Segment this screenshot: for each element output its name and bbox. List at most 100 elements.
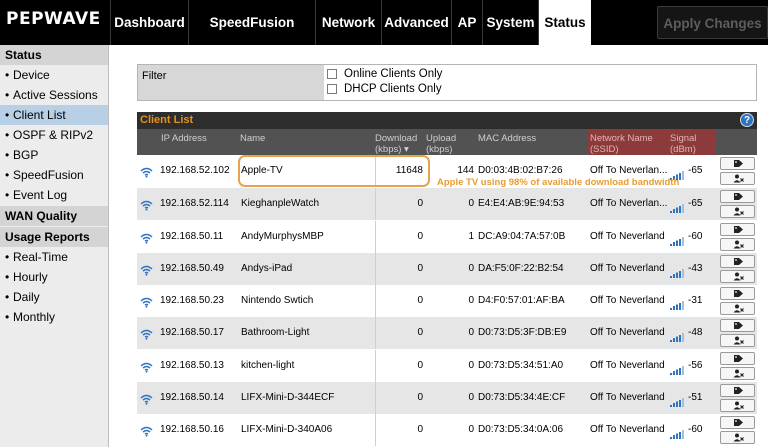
nav-ap[interactable]: AP [451,0,482,45]
filter-panel: Filter [137,64,757,101]
signal-bars-icon [670,333,684,342]
cell-ip: 192.168.50.49 [160,263,224,274]
cell-download: 0 [417,327,423,338]
col-signal[interactable]: Signal (dBm) [668,129,716,156]
tag-icon [734,193,743,200]
wifi-icon-wrapper [140,263,153,281]
tag-icon [734,419,743,426]
cell-ssid: Off To Neverland [590,295,665,306]
signal-icon-wrapper [670,297,685,315]
cell-signal: -65 [688,165,703,176]
block-user-icon [733,304,744,313]
sidebar-item-active-sessions[interactable]: • Active Sessions [0,85,108,105]
block-user-button[interactable] [720,399,755,412]
col-network-name[interactable]: Network Name (SSID) [588,129,668,156]
nav-status[interactable]: Status [538,0,591,45]
block-user-button[interactable] [720,172,755,185]
tag-button[interactable] [720,223,755,236]
block-user-button[interactable] [720,334,755,347]
block-user-button[interactable] [720,367,755,380]
wifi-icon-wrapper [140,165,153,183]
dhcp-clients-only-checkbox[interactable] [327,84,337,94]
cell-signal: -43 [688,263,703,274]
block-user-icon [733,272,744,281]
cell-download: 0 [417,424,423,435]
table-row: 192.168.50.17 Bathroom-Light 0 0 D0:73:D5:3F… [137,317,757,349]
sidebar-item-speedfusion[interactable]: • SpeedFusion [0,165,108,185]
sidebar-item-event-log[interactable]: • Event Log [0,185,108,205]
sidebar-item-monthly[interactable]: • Monthly [0,307,108,327]
tag-button[interactable] [720,287,755,300]
cell-name[interactable]: KieghanpleWatch [241,188,319,220]
cell-name[interactable]: kitchen-light [241,350,294,382]
cell-download: 0 [417,295,423,306]
col-download-label: Download [375,133,418,144]
signal-icon-wrapper [670,233,685,251]
cell-name[interactable]: Bathroom-Light [241,317,309,349]
online-clients-only-checkbox[interactable] [327,69,337,79]
wifi-icon [140,362,153,373]
help-icon[interactable]: ? [740,113,754,127]
block-user-button[interactable] [720,302,755,315]
tag-button[interactable] [720,190,755,203]
sidebar-item-daily[interactable]: • Daily [0,287,108,307]
sidebar-item-label: Monthly [13,310,56,324]
nav-system[interactable]: System [482,0,538,45]
tag-button[interactable] [720,416,755,429]
signal-icon-wrapper [670,329,685,347]
cell-name[interactable]: Andys-iPad [241,253,292,285]
wifi-icon-wrapper [140,231,153,249]
sidebar-item-hourly[interactable]: • Hourly [0,267,108,287]
apply-changes-button[interactable]: Apply Changes [657,6,768,39]
col-upload-unit: (kbps) [426,144,453,155]
tag-icon [734,226,743,233]
sidebar-item-device[interactable]: • Device [0,65,108,85]
sidebar-item-label: Hourly [13,270,48,284]
online-clients-only-label: Online Clients Only [344,68,443,80]
col-download[interactable]: Download (kbps) ▾ [375,133,417,155]
col-upload[interactable]: Upload (kbps) [426,133,456,155]
nav-speedfusion-cloud[interactable]: SpeedFusion Cloud [188,0,315,75]
nav-network[interactable]: Network [315,0,381,45]
block-user-icon [733,240,744,249]
cell-signal: -60 [688,424,703,435]
col-mac-address[interactable]: MAC Address [478,133,536,144]
cell-name[interactable]: LIFX-Mini-D-344ECF [241,382,334,414]
wifi-icon-wrapper [140,360,153,378]
tag-button[interactable] [720,319,755,332]
cell-upload: 0 [468,424,474,435]
wifi-icon-wrapper [140,295,153,313]
cell-name[interactable]: AndyMurphysMBP [241,221,324,253]
nav-dashboard[interactable]: Dashboard [110,0,188,45]
cell-name[interactable]: Nintendo Swtich [241,285,313,317]
cell-name[interactable]: LIFX-Mini-D-340A06 [241,414,332,446]
block-user-button[interactable] [720,431,755,444]
sidebar-item-bgp[interactable]: • BGP [0,145,108,165]
col-ip-address[interactable]: IP Address [161,133,207,144]
cell-upload: 1 [468,231,474,242]
tag-button[interactable] [720,255,755,268]
sidebar-item-client-list[interactable]: • Client List [0,105,108,125]
block-user-button[interactable] [720,205,755,218]
tag-button[interactable] [720,384,755,397]
sidebar-item-label: Device [13,68,50,82]
sidebar-item-ospf-ripv2[interactable]: • OSPF & RIPv2 [0,125,108,145]
cell-signal: -56 [688,360,703,371]
tag-button[interactable] [720,157,755,170]
cell-ip: 192.168.50.17 [160,327,224,338]
cell-upload: 0 [468,295,474,306]
wifi-icon [140,233,153,244]
col-name[interactable]: Name [240,133,265,144]
cell-mac: D0:73:D5:34:4E:CF [478,392,566,403]
bandwidth-highlight-box [238,155,430,187]
cell-mac: DA:F5:0F:22:B2:54 [478,263,564,274]
block-user-button[interactable] [720,238,755,251]
tag-button[interactable] [720,352,755,365]
cell-mac: E4:E4:AB:9E:94:53 [478,198,565,209]
sidebar-item-wan-quality[interactable]: WAN Quality [0,206,108,226]
sidebar-section-status: Status [0,45,108,65]
filter-label: Filter [138,65,324,100]
block-user-button[interactable] [720,270,755,283]
sidebar-item-real-time[interactable]: • Real-Time [0,247,108,267]
nav-advanced[interactable]: Advanced [381,0,451,45]
